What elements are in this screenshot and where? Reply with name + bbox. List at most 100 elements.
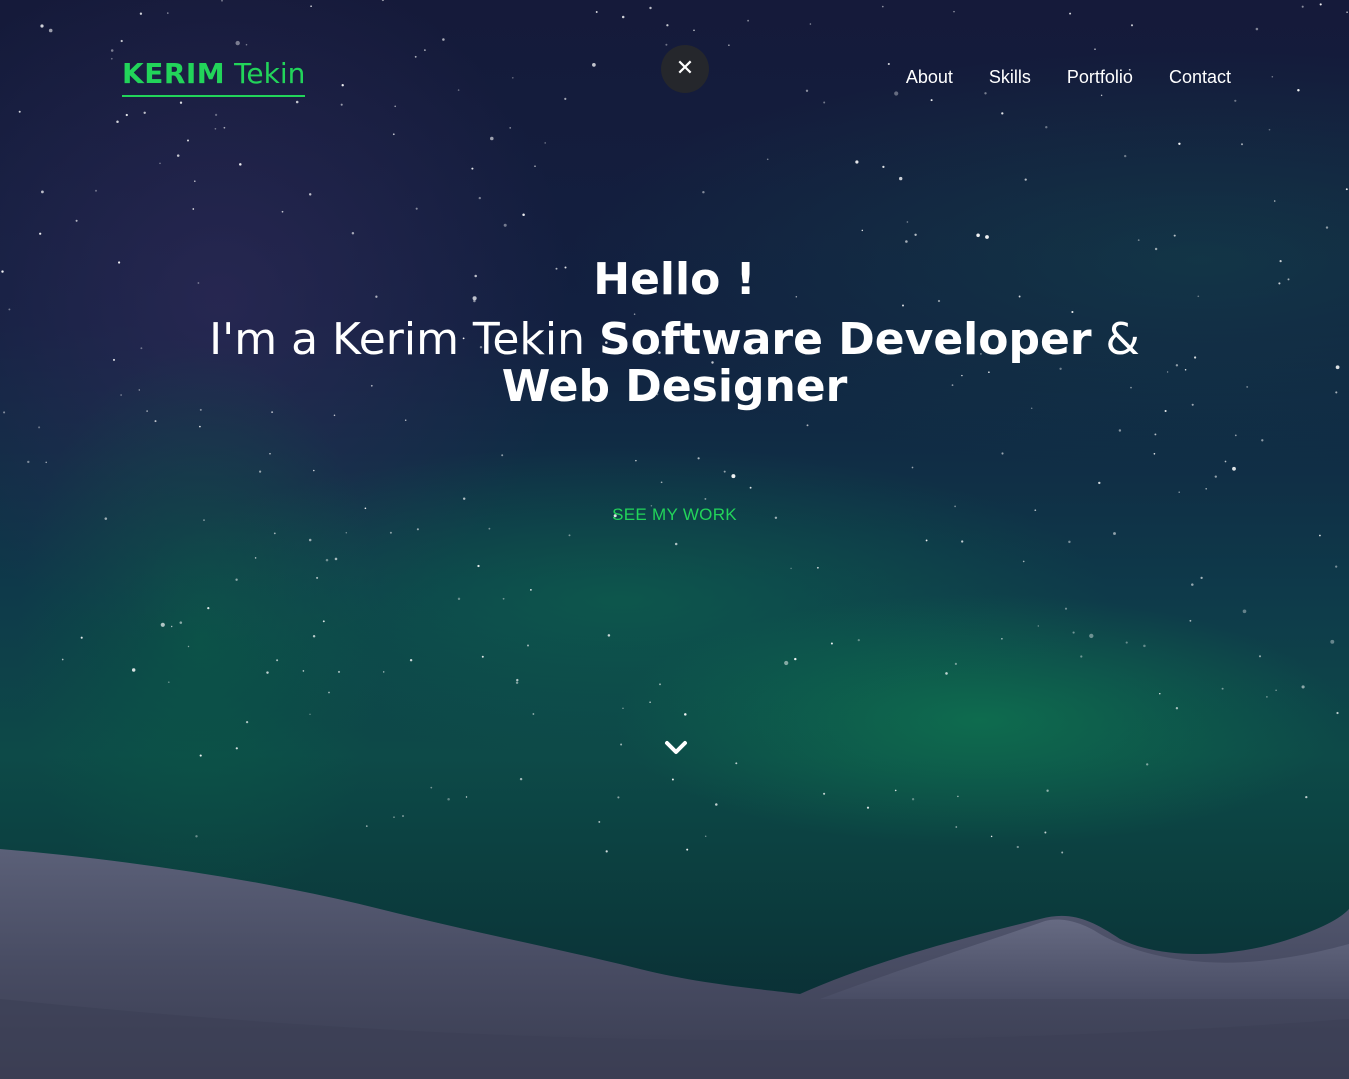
star	[1153, 452, 1156, 455]
star	[715, 803, 718, 806]
star	[337, 670, 341, 673]
star	[857, 638, 860, 642]
star	[894, 789, 897, 792]
nav-item-contact[interactable]: Contact	[1169, 66, 1231, 88]
cta-wrapper: SEE MY WORK	[0, 505, 1349, 525]
hero-intro: I'm a Kerim Tekin Software Developer &	[0, 316, 1349, 363]
star	[1024, 178, 1027, 181]
star	[1143, 644, 1146, 648]
star	[1214, 475, 1217, 478]
star	[1045, 126, 1048, 129]
star	[887, 62, 890, 66]
star	[154, 420, 157, 423]
star	[621, 15, 625, 19]
star	[530, 589, 532, 591]
star	[221, 0, 223, 2]
star	[295, 100, 299, 104]
star	[239, 163, 242, 166]
star	[1330, 639, 1335, 644]
star	[235, 40, 240, 46]
star	[649, 701, 651, 703]
brand-first-name: KERIM	[122, 57, 226, 90]
star	[1080, 655, 1083, 658]
star	[527, 644, 529, 647]
star	[501, 454, 504, 457]
star	[245, 43, 248, 46]
star	[985, 235, 989, 239]
star	[447, 798, 450, 801]
star	[515, 681, 519, 685]
star	[351, 232, 355, 235]
star	[861, 229, 864, 232]
star	[674, 542, 678, 546]
star	[1022, 560, 1025, 563]
star	[925, 539, 928, 542]
star	[308, 193, 312, 196]
star	[414, 55, 417, 58]
star	[27, 460, 30, 464]
star	[984, 92, 987, 95]
close-button[interactable]: ✕	[661, 45, 709, 93]
star	[430, 786, 433, 789]
star	[747, 19, 750, 22]
star	[1221, 687, 1224, 690]
star	[823, 792, 826, 795]
star	[704, 835, 707, 837]
star	[254, 557, 257, 559]
star	[80, 636, 83, 639]
star	[1068, 540, 1071, 544]
star	[465, 796, 468, 798]
star	[702, 190, 705, 194]
star	[1001, 112, 1004, 115]
nav-item-about[interactable]: About	[906, 66, 953, 88]
star	[266, 671, 269, 674]
star	[1178, 491, 1180, 493]
star	[564, 97, 567, 100]
star	[1089, 633, 1094, 639]
star	[340, 103, 343, 106]
brand-logo[interactable]: KERIM Tekin	[122, 57, 306, 97]
close-icon: ✕	[675, 56, 695, 81]
star	[568, 534, 571, 537]
star	[110, 57, 113, 60]
star	[731, 474, 736, 479]
star	[273, 532, 276, 535]
star	[41, 190, 44, 194]
star	[1258, 655, 1262, 658]
star	[334, 557, 338, 561]
star	[312, 635, 316, 638]
star	[1146, 763, 1149, 766]
star	[509, 127, 512, 129]
star	[1159, 692, 1161, 695]
star	[310, 5, 312, 8]
star	[914, 233, 917, 236]
star	[1001, 638, 1003, 640]
see-my-work-link[interactable]: SEE MY WORK	[612, 505, 737, 524]
star	[1335, 565, 1338, 568]
star	[809, 23, 812, 25]
star	[1098, 481, 1101, 485]
star	[784, 660, 789, 666]
star	[855, 160, 859, 164]
nav-item-skills[interactable]: Skills	[989, 66, 1031, 88]
star	[911, 466, 914, 469]
star	[1094, 48, 1096, 50]
star	[894, 91, 899, 96]
star	[477, 564, 480, 568]
chevron-down-icon[interactable]	[663, 737, 689, 759]
star	[697, 457, 700, 460]
star	[1178, 142, 1181, 145]
star	[1261, 439, 1264, 442]
star	[595, 11, 598, 13]
star	[179, 101, 183, 104]
star	[235, 747, 238, 750]
star	[195, 835, 198, 838]
hero-headline: Hello ! I'm a Kerim Tekin Software Devel…	[0, 252, 1349, 410]
star	[457, 597, 461, 601]
hero-greeting: Hello !	[593, 254, 756, 305]
nav-item-portfolio[interactable]: Portfolio	[1067, 66, 1133, 88]
star	[649, 6, 652, 10]
hero-intro-prefix: I'm a Kerim Tekin	[209, 314, 599, 365]
star	[598, 820, 601, 823]
star	[693, 29, 695, 32]
